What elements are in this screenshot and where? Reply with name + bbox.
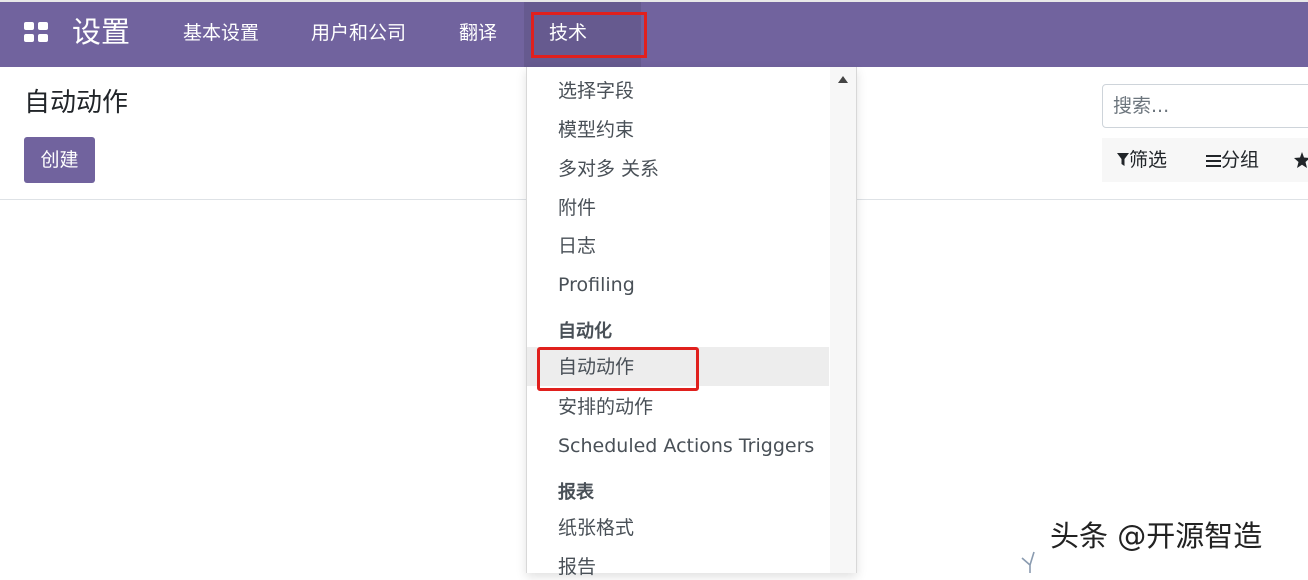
section-header-reports: 报表 (558, 482, 594, 503)
menu-translations[interactable]: 翻译 (459, 20, 497, 46)
highlight-box-automated-actions (537, 347, 699, 391)
section-header-automation: 自动化 (558, 321, 612, 342)
menu-item-scheduled-actions[interactable]: 安排的动作 (558, 394, 653, 420)
scroll-up-arrow-icon[interactable] (838, 76, 848, 83)
menu-basic-settings[interactable]: 基本设置 (183, 20, 259, 46)
menu-users-companies[interactable]: 用户和公司 (311, 20, 406, 46)
watermark-mark-icon (1021, 551, 1035, 573)
filter-label: 筛选 (1129, 149, 1168, 171)
top-navbar: 设置 基本设置 用户和公司 翻译 技术 (0, 0, 1308, 67)
app-title[interactable]: 设置 (72, 13, 130, 51)
menu-item-reports[interactable]: 报告 (558, 554, 596, 580)
search-options-bar: 筛选 分组 (1102, 138, 1308, 182)
menu-item-profiling[interactable]: Profiling (558, 272, 635, 298)
menu-item-model-constraints[interactable]: 模型约束 (558, 117, 634, 143)
page-title: 自动动作 (24, 88, 129, 118)
favorites-button[interactable] (1294, 147, 1308, 173)
technical-dropdown-menu: 选择字段 模型约束 多对多 关系 附件 日志 Profiling 自动化 自动动… (526, 67, 857, 578)
watermark-text: 头条 @开源智造 (1050, 519, 1263, 553)
search-box[interactable] (1102, 84, 1308, 128)
search-input[interactable] (1113, 95, 1303, 117)
menu-item-scheduled-actions-triggers[interactable]: Scheduled Actions Triggers (558, 433, 814, 459)
menu-item-select-fields[interactable]: 选择字段 (558, 78, 634, 104)
menu-item-attachments[interactable]: 附件 (558, 195, 596, 221)
group-by-button[interactable]: 分组 (1206, 147, 1259, 173)
star-icon (1294, 152, 1308, 168)
menu-item-many2many-relations[interactable]: 多对多 关系 (558, 156, 659, 182)
highlight-box-technical (531, 12, 647, 58)
filter-button[interactable]: 筛选 (1117, 147, 1167, 173)
dropdown-scrollbar[interactable] (830, 67, 856, 573)
apps-menu-icon[interactable] (24, 22, 50, 44)
group-by-label: 分组 (1221, 149, 1260, 171)
menu-item-logs[interactable]: 日志 (558, 233, 596, 259)
filter-icon (1117, 153, 1129, 166)
menu-item-paper-format[interactable]: 纸张格式 (558, 515, 634, 541)
create-button[interactable]: 创建 (24, 137, 95, 183)
list-icon (1206, 155, 1221, 167)
